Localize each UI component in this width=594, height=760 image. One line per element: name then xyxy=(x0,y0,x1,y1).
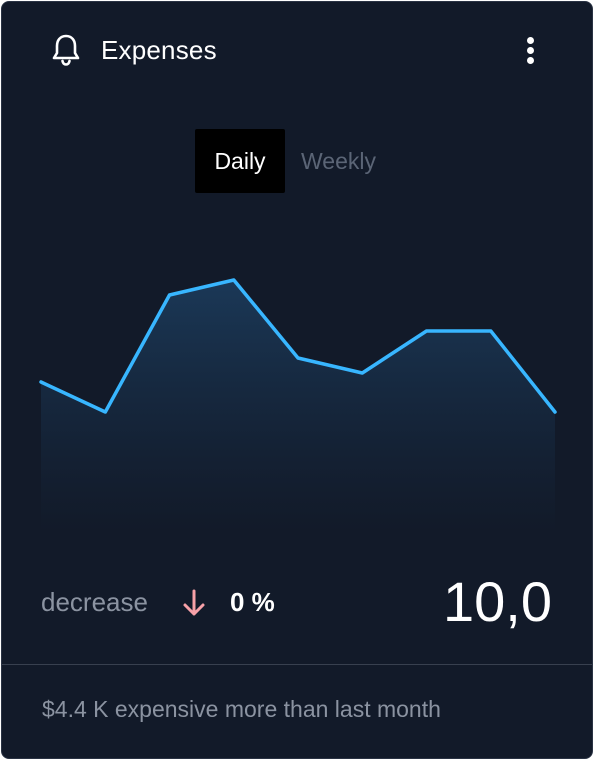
kebab-menu-icon xyxy=(527,37,534,44)
kebab-dot xyxy=(527,47,534,54)
divider xyxy=(2,664,592,665)
total-value: 10,0 xyxy=(443,570,552,633)
stats-row: decrease 0 % 10,0 xyxy=(2,562,592,652)
chart-point-6 xyxy=(425,329,428,333)
kebab-dot xyxy=(527,57,534,64)
chart-point-3 xyxy=(232,278,236,282)
bell-icon xyxy=(50,33,82,67)
card-header: Expenses xyxy=(2,2,592,98)
arrow-down-icon xyxy=(179,586,209,620)
chart-point-1 xyxy=(103,410,107,414)
tab-weekly[interactable]: Weekly xyxy=(301,129,376,193)
change-value: 0 % xyxy=(230,587,275,617)
chart-point-0 xyxy=(39,380,43,384)
chart-point-5 xyxy=(360,371,364,375)
card-title: Expenses xyxy=(101,35,217,65)
chart-point-8 xyxy=(553,410,557,414)
expenses-area-chart xyxy=(39,278,557,532)
chart-point-2 xyxy=(168,293,171,297)
chart-area-fill xyxy=(41,280,555,532)
chart-point-4 xyxy=(296,356,300,360)
comparison-text: $4.4 K expensive more than last month xyxy=(42,696,441,722)
tab-daily[interactable]: Daily xyxy=(195,129,285,193)
chart-point-7 xyxy=(489,329,493,333)
change-label: decrease xyxy=(41,587,148,617)
more-options-button[interactable] xyxy=(514,30,548,70)
expenses-card: Expenses Daily Weekly decrease 0 % 10,0 … xyxy=(1,1,593,759)
